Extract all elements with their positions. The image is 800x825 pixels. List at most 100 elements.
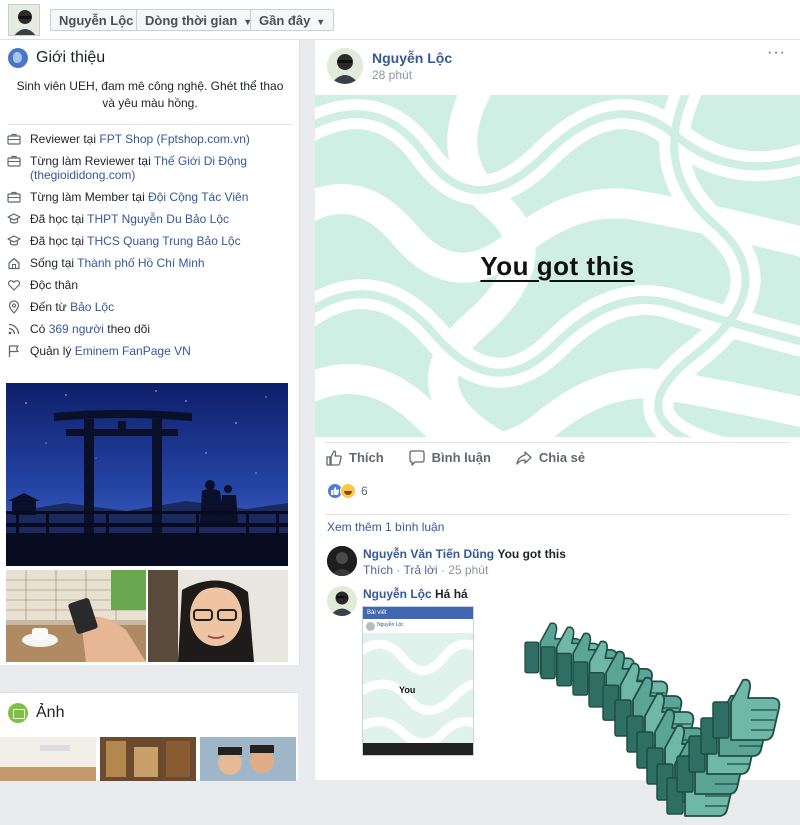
flag-icon	[6, 344, 22, 358]
like-label: Thích	[349, 450, 384, 465]
share-arrow-icon	[516, 450, 532, 465]
home-icon	[6, 256, 22, 270]
intro-info-item: Quản lý Eminem FanPage VN	[6, 344, 296, 358]
post-author-name[interactable]: Nguyễn Lộc	[372, 50, 452, 66]
post-timestamp[interactable]: 28 phút	[372, 68, 412, 82]
intro-info-prefix: Độc thân	[30, 278, 79, 292]
intro-info-link[interactable]: Eminem FanPage VN	[75, 344, 191, 358]
profile-name-button[interactable]: Nguyễn Lộc	[50, 9, 143, 31]
intro-info-text: Độc thân	[30, 278, 296, 292]
intro-info-item: Từng làm Member tại Đội Cộng Tác Viên	[6, 190, 296, 204]
heart-icon	[6, 278, 22, 292]
comment-reply-link[interactable]: Trả lời	[403, 563, 437, 577]
comment-button[interactable]: Bình luận	[408, 449, 491, 467]
commenter-avatar[interactable]	[327, 586, 357, 616]
thumbs-up-sticker-icon	[688, 712, 757, 775]
screenshot-author: Nguyễn Lộc	[377, 622, 404, 628]
intro-info-text: Có 369 người theo dõi	[30, 322, 296, 336]
graduation-cap-icon	[6, 234, 22, 248]
thumbs-up-sticker-icon	[614, 676, 683, 739]
intro-info-text: Đến từ Bảo Lộc	[30, 300, 296, 314]
post-caption: You got this	[480, 250, 635, 281]
intro-card: Giới thiệu Sinh viên UEH, đam mê công ng…	[0, 40, 300, 665]
thumbs-up-sticker-icon	[636, 708, 705, 771]
photo-thumbnail[interactable]	[148, 570, 288, 662]
intro-info-prefix: Quản lý	[30, 344, 75, 358]
intro-info-link[interactable]: THCS Quang Trung Bảo Lộc	[87, 234, 240, 248]
intro-info-item: Reviewer tại FPT Shop (Fptshop.com.vn)	[6, 132, 296, 146]
view-more-comments-link[interactable]: Xem thêm 1 bình luận	[327, 520, 444, 534]
location-pin-icon	[6, 300, 22, 314]
timeline-dropdown[interactable]: Dòng thời gian ▼	[136, 9, 262, 31]
thumbs-up-sticker-icon	[524, 622, 583, 676]
intro-info-prefix: Đến từ	[30, 300, 71, 314]
intro-info-text: Từng làm Reviewer tại Thế Giới Di Động (…	[30, 154, 296, 182]
comment-timestamp[interactable]: 25 phút	[448, 563, 488, 577]
photos-header: Ảnh	[8, 703, 64, 723]
chevron-down-icon: ▼	[316, 17, 326, 27]
more-options-icon[interactable]: ···	[767, 44, 786, 62]
share-button[interactable]: Chia sẻ	[515, 449, 585, 467]
comment-text: Há há	[435, 587, 468, 601]
thumbs-up-sticker-icon	[700, 694, 769, 757]
photo-thumbnail[interactable]	[100, 737, 198, 781]
comment-bubble-icon	[409, 449, 425, 466]
recent-dropdown[interactable]: Gần đây ▼	[250, 9, 335, 31]
share-label: Chia sẻ	[538, 450, 586, 465]
post-author-avatar[interactable]	[327, 48, 363, 84]
commenter-name[interactable]: Nguyễn Văn Tiến Dũng	[363, 547, 494, 561]
thumbs-up-icon	[326, 449, 342, 466]
recent-label: Gần đây	[259, 13, 311, 28]
intro-info-link[interactable]: Bảo Lộc	[70, 300, 114, 314]
reaction-summary[interactable]: 6	[327, 483, 368, 499]
profile-avatar-small[interactable]	[8, 4, 40, 36]
like-button[interactable]: Thích	[325, 449, 384, 467]
thumbs-up-sticker-icon	[572, 640, 635, 698]
comment-attached-screenshot[interactable]: Bài viết Nguyễn Lộc You	[362, 606, 474, 756]
commenter-avatar[interactable]	[327, 546, 357, 576]
intro-info-prefix: Đã học tại	[30, 234, 88, 248]
intro-info-prefix: Từng làm Member tại	[30, 190, 149, 204]
timeline-post: Nguyễn Lộc 28 phút ··· You got this Thíc…	[315, 40, 800, 817]
comment-like-link[interactable]: Thích	[363, 563, 393, 577]
screenshot-avatar	[366, 622, 375, 631]
divider	[8, 124, 292, 125]
intro-info-prefix: Reviewer tại	[30, 132, 100, 146]
intro-info-prefix: Đã học tại	[30, 212, 88, 226]
screenshot-header-bar: Bài viết	[363, 607, 473, 619]
comment-item: Nguyễn Văn Tiến Dũng You got this Thích …	[327, 546, 566, 578]
intro-info-item: Đã học tại THPT Nguyễn Du Bảo Lộc	[6, 212, 296, 226]
intro-info-link[interactable]: Đội Cộng Tác Viên	[148, 190, 248, 204]
intro-info-text: Đã học tại THPT Nguyễn Du Bảo Lộc	[30, 212, 296, 226]
intro-info-link[interactable]: FPT Shop (Fptshop.com.vn)	[99, 132, 250, 146]
photos-title[interactable]: Ảnh	[36, 704, 64, 722]
photos-grid	[0, 737, 298, 781]
intro-header: Giới thiệu	[8, 46, 105, 70]
photo-thumbnail[interactable]	[200, 737, 298, 781]
intro-info-text: Từng làm Member tại Đội Cộng Tác Viên	[30, 190, 296, 204]
intro-info-prefix: Từng làm Reviewer tại	[30, 154, 154, 168]
intro-info-link[interactable]: Thành phố Hồ Chí Minh	[77, 256, 204, 270]
haha-reaction-icon	[340, 483, 356, 499]
intro-info-prefix: Có	[30, 322, 49, 336]
intro-info-item: Đến từ Bảo Lộc	[6, 300, 296, 314]
intro-info-text: Reviewer tại FPT Shop (Fptshop.com.vn)	[30, 132, 296, 146]
intro-info-link[interactable]: 369 người	[49, 322, 104, 336]
photo-thumbnail[interactable]	[0, 737, 98, 781]
globe-icon	[8, 48, 28, 68]
thumbs-up-sticker-icon	[666, 754, 735, 817]
commenter-name[interactable]: Nguyễn Lộc	[363, 587, 432, 601]
comment-text: You got this	[497, 547, 566, 561]
briefcase-icon	[6, 132, 22, 146]
photo-thumbnail[interactable]	[6, 570, 146, 662]
divider	[325, 514, 790, 515]
post-background-image[interactable]: You got this	[315, 95, 800, 437]
profile-top-bar: Nguyễn Lộc Dòng thời gian ▼ Gần đây ▼	[0, 0, 800, 40]
intro-title: Giới thiệu	[36, 49, 106, 66]
photos-card: Ảnh	[0, 692, 298, 781]
profile-name-label: Nguyễn Lộc	[59, 13, 134, 28]
thumbs-up-sticker-icon	[556, 632, 618, 689]
featured-photo-torii[interactable]	[6, 383, 288, 566]
intro-info-link[interactable]: THPT Nguyễn Du Bảo Lộc	[87, 212, 229, 226]
thumbs-up-sticker-icon	[602, 662, 669, 723]
